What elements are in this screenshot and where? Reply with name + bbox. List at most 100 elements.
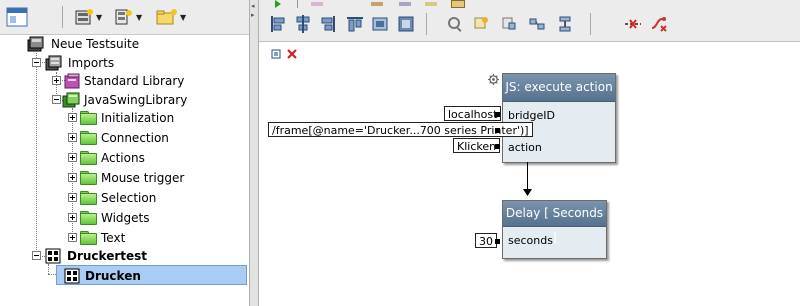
new-suite-button[interactable]: ▼ <box>74 7 102 27</box>
table-icon[interactable] <box>425 2 437 6</box>
port-label: bridgeID <box>508 109 556 122</box>
zoom-out-icon[interactable] <box>471 14 491 34</box>
collapse-toggle[interactable] <box>32 58 41 67</box>
expand-toggle[interactable] <box>68 113 77 122</box>
node-title: Delay [ Seconds ] <box>503 201 606 245</box>
input-pin[interactable] <box>495 144 500 149</box>
disconnect-icon[interactable] <box>649 14 669 34</box>
tree-item-folder[interactable]: Selection <box>0 188 249 208</box>
import-button[interactable]: ▼ <box>156 7 186 27</box>
tree-item-label: Imports <box>68 56 115 70</box>
tree-item-drucken[interactable]: Drucken <box>56 265 247 285</box>
folder-icon <box>80 151 97 165</box>
tree-item-label: Widgets <box>101 211 150 225</box>
debug-icon[interactable] <box>311 2 323 6</box>
tree-item-label: Text <box>101 231 126 245</box>
new-suite-icon <box>75 9 93 25</box>
chevron-down-icon: ▼ <box>136 12 143 22</box>
tree-item-standard-library[interactable]: Standard Library <box>0 71 249 91</box>
folder-icon <box>80 231 97 245</box>
report-icon[interactable] <box>451 0 465 8</box>
gear-icon[interactable] <box>488 74 499 85</box>
tree-item-label: Neue Testsuite <box>51 37 140 51</box>
port-label: action <box>508 141 542 154</box>
chevron-down-icon: ▼ <box>180 12 187 22</box>
bridgeid-input[interactable]: localhost <box>444 106 502 121</box>
cut-wire-icon[interactable] <box>623 14 643 34</box>
tree-item-label: Drucken <box>85 269 141 283</box>
collapse-toggle[interactable] <box>32 251 41 260</box>
step-over-icon[interactable] <box>399 2 411 6</box>
zoom-in-icon[interactable] <box>445 14 465 34</box>
tree-item-folder[interactable]: Mouse trigger <box>0 168 249 188</box>
expand-toggle[interactable] <box>68 153 77 162</box>
tree-item-imports[interactable]: Imports <box>0 53 249 73</box>
expand-toggle[interactable] <box>68 193 77 202</box>
tree-item-druckertest[interactable]: Druckertest <box>0 246 249 266</box>
tree-item-folder[interactable]: Widgets <box>0 208 249 228</box>
tree-toolbar: ▼ ▼ ▼ <box>0 0 249 35</box>
expand-toggle[interactable] <box>68 173 77 182</box>
folder-icon <box>80 211 97 225</box>
port-label: seconds <box>508 234 553 247</box>
expand-toggle[interactable] <box>68 133 77 142</box>
tree-item-label: Standard Library <box>84 74 185 88</box>
tree-item-label: Druckertest <box>67 249 148 263</box>
folder-icon <box>80 131 97 145</box>
test-step-icon <box>64 268 80 284</box>
align-bottom-icon[interactable] <box>396 14 416 34</box>
input-pin[interactable] <box>495 128 500 133</box>
distribute-icon[interactable] <box>555 14 575 34</box>
flow-editor-canvas[interactable]: JS: execute action bridgeID path action … <box>262 42 800 306</box>
tree-item-folder[interactable]: Actions <box>0 148 249 168</box>
add-test-button[interactable]: ▼ <box>114 7 142 27</box>
add-node-icon[interactable] <box>270 48 282 60</box>
run-icon[interactable] <box>275 0 281 8</box>
layout-icon[interactable] <box>527 14 547 34</box>
collapse-toggle[interactable] <box>52 95 61 104</box>
window-icon <box>6 7 28 27</box>
test-case-icon <box>45 248 61 264</box>
align-center-icon[interactable] <box>293 14 313 34</box>
delay-node[interactable]: Delay [ Seconds ] seconds <box>502 200 607 259</box>
collapse-right-icon[interactable]: ▸ <box>251 11 255 19</box>
execute-action-node[interactable]: JS: execute action bridgeID path action <box>502 73 616 163</box>
expand-toggle[interactable] <box>68 233 77 242</box>
tree-item-label: JavaSwingLibrary <box>84 93 188 107</box>
align-top-icon[interactable] <box>345 14 365 34</box>
tree-item-folder[interactable]: Initialization <box>0 108 249 128</box>
test-suite-icon <box>27 36 44 52</box>
tree-item-folder[interactable]: Text <box>0 228 249 248</box>
path-input[interactable]: /frame[@name='Drucker...700 series Print… <box>268 122 533 137</box>
arrow-down-icon <box>523 189 532 196</box>
tree-item-java-swing-library[interactable]: JavaSwingLibrary <box>0 90 249 110</box>
test-tree-panel: ▼ ▼ ▼ Neue Testsuite Imports Standard Li… <box>0 0 250 306</box>
zoom-fit-icon[interactable] <box>499 14 519 34</box>
editor-top-strip <box>259 0 800 8</box>
tree-item-label: Selection <box>101 191 157 205</box>
tree-item-folder[interactable]: Connection <box>0 128 249 148</box>
input-pin[interactable] <box>495 112 500 117</box>
node-title: JS: execute action <box>503 74 615 102</box>
folder-icon <box>80 111 97 125</box>
library-icon <box>62 92 80 108</box>
align-middle-icon[interactable] <box>370 14 390 34</box>
window-button[interactable] <box>6 7 28 27</box>
expand-toggle[interactable] <box>68 213 77 222</box>
tree-item-label: Connection <box>101 131 169 145</box>
align-left-icon[interactable] <box>268 14 288 34</box>
tree-item-neue-testsuite[interactable]: Neue Testsuite <box>0 34 249 54</box>
seconds-input[interactable]: 30 <box>475 233 497 248</box>
imports-icon <box>45 55 62 71</box>
flow-connection <box>527 162 528 192</box>
expand-toggle[interactable] <box>52 76 61 85</box>
collapse-left-icon[interactable]: ◂ <box>251 2 255 10</box>
delete-icon[interactable] <box>286 48 298 60</box>
step-icon[interactable] <box>371 2 383 6</box>
action-input[interactable]: Klicken <box>453 138 501 153</box>
panel-splitter[interactable]: ◂ ▸ <box>249 0 259 306</box>
align-right-icon[interactable] <box>318 14 338 34</box>
input-pin[interactable] <box>495 239 500 244</box>
tree-item-label: Initialization <box>101 111 175 125</box>
folder-icon <box>80 171 97 185</box>
